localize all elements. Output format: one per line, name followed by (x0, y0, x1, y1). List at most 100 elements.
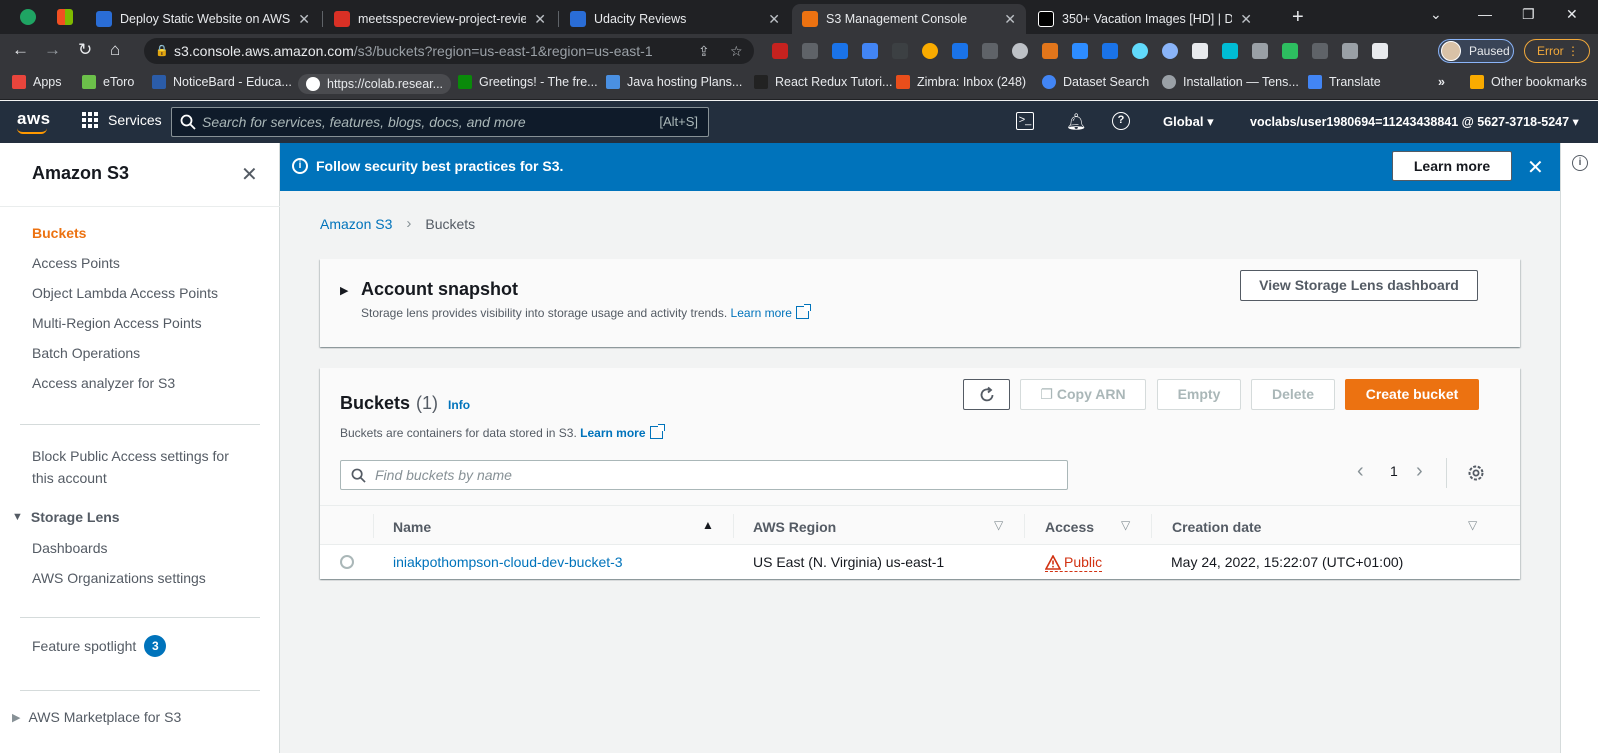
extension-icon[interactable] (1162, 43, 1178, 59)
info-link[interactable]: Info (448, 398, 470, 412)
bookmark-apps[interactable]: Apps (12, 75, 62, 89)
reload-icon[interactable]: ↻ (78, 40, 92, 60)
extension-icon[interactable] (1192, 43, 1208, 59)
sidebar-item-buckets[interactable]: Buckets (32, 225, 86, 241)
info-icon[interactable]: i (1572, 155, 1588, 171)
windows-icon[interactable] (57, 9, 73, 25)
sidebar-item-organizations-settings[interactable]: AWS Organizations settings (32, 570, 206, 586)
bookmark-zimbra[interactable]: Zimbra: Inbox (248) (896, 75, 1026, 89)
column-creation-date[interactable]: Creation date (1172, 519, 1261, 535)
bookmark-etoro[interactable]: eToro (82, 75, 134, 89)
sidebar-item-access-points[interactable]: Access Points (32, 255, 120, 271)
more-bookmarks-icon[interactable]: » (1438, 75, 1445, 89)
bookmark-other[interactable]: Other bookmarks (1470, 75, 1587, 89)
metamask-icon[interactable] (1042, 43, 1058, 59)
share-icon[interactable]: ⇪ (698, 38, 710, 64)
tab-vacation-images[interactable]: 350+ Vacation Images [HD] | Dow ✕ (1028, 4, 1262, 34)
extension-icon[interactable] (892, 43, 908, 59)
sort-icon[interactable]: ▽ (994, 518, 1003, 532)
sidebar-item-dashboards[interactable]: Dashboards (32, 540, 108, 556)
bookmark-noticebard[interactable]: NoticeBard - Educa... (152, 75, 292, 89)
sidebar-item-block-public-access[interactable]: Block Public Access settings for this ac… (32, 445, 229, 489)
extension-icon[interactable] (802, 43, 818, 59)
extension-icon[interactable] (952, 43, 968, 59)
zoom-icon[interactable] (1072, 43, 1088, 59)
cloudshell-icon[interactable]: >_ (1016, 112, 1034, 130)
account-menu[interactable]: voclabs/user1980694=11243438841 @ 5627-3… (1250, 114, 1579, 129)
find-buckets-input[interactable] (375, 461, 1055, 489)
view-storage-lens-button[interactable]: View Storage Lens dashboard (1240, 270, 1478, 301)
sort-ascending-icon[interactable]: ▲ (702, 518, 714, 532)
sidebar-item-object-lambda[interactable]: Object Lambda Access Points (32, 285, 218, 301)
tab-deploy-static-website[interactable]: Deploy Static Website on AWS - U ✕ (86, 4, 320, 34)
close-icon[interactable]: ✕ (768, 11, 780, 28)
bucket-access[interactable]: Public (1045, 554, 1103, 572)
close-icon[interactable]: ✕ (1240, 11, 1252, 28)
extension-icon[interactable] (1222, 43, 1238, 59)
aws-search-input[interactable] (202, 108, 632, 136)
aws-search-box[interactable]: [Alt+S] (171, 107, 709, 137)
create-bucket-button[interactable]: Create bucket (1345, 379, 1479, 410)
extension-icon[interactable] (1012, 43, 1028, 59)
profile-button[interactable]: Paused (1438, 39, 1514, 63)
column-name[interactable]: Name (393, 519, 431, 535)
tab-search-chevron-icon[interactable]: ⌄ (1430, 6, 1442, 23)
extension-icon[interactable] (832, 43, 848, 59)
bookmark-star-icon[interactable]: ☆ (730, 38, 743, 64)
close-icon[interactable]: ✕ (241, 162, 258, 187)
expand-caret-icon[interactable]: ▶ (340, 284, 348, 297)
breadcrumb-amazon-s3[interactable]: Amazon S3 (320, 216, 392, 232)
bookmark-translate[interactable]: Translate (1308, 75, 1381, 89)
find-buckets-field[interactable] (340, 460, 1068, 490)
bookmark-greetings[interactable]: Greetings! - The fre... (458, 75, 598, 89)
empty-button[interactable]: Empty (1157, 379, 1241, 410)
bell-icon[interactable]: 🔔︎ (1066, 112, 1086, 132)
delete-button[interactable]: Delete (1251, 379, 1335, 410)
close-icon[interactable]: ✕ (1004, 11, 1016, 28)
sidebar-section-storage-lens[interactable]: ▼ Storage Lens (12, 509, 120, 525)
extension-icon[interactable] (922, 43, 938, 59)
tab-search-icon[interactable] (20, 9, 36, 25)
shield-icon[interactable] (1312, 43, 1328, 59)
gear-icon[interactable] (1467, 464, 1485, 482)
download-icon[interactable] (862, 43, 878, 59)
address-bar[interactable]: 🔒 s3.console.aws.amazon.com/s3/buckets?r… (144, 38, 754, 64)
bookmark-react-redux[interactable]: React Redux Tutori... (754, 75, 892, 89)
close-icon[interactable]: ✕ (534, 11, 546, 28)
page-number[interactable]: 1 (1390, 463, 1398, 479)
new-tab-icon[interactable]: + (1292, 6, 1304, 29)
home-icon[interactable]: ⌂ (110, 40, 120, 60)
tab-s3-management-console[interactable]: S3 Management Console ✕ (792, 4, 1026, 34)
extension-icon[interactable] (1102, 43, 1118, 59)
evernote-icon[interactable] (1282, 43, 1298, 59)
close-icon[interactable]: ✕ (1527, 155, 1544, 180)
copy-arn-button[interactable]: ❐ Copy ARN (1020, 379, 1146, 410)
react-icon[interactable] (1132, 43, 1148, 59)
services-menu[interactable]: Services (82, 112, 162, 128)
bookmark-installation[interactable]: Installation — Tens... (1162, 75, 1299, 89)
sort-icon[interactable]: ▽ (1121, 518, 1130, 532)
buckets-learn-more-link[interactable]: Learn more (580, 424, 665, 440)
close-icon[interactable]: ✕ (298, 11, 310, 28)
sidebar-item-access-analyzer[interactable]: Access analyzer for S3 (32, 375, 175, 391)
row-select-radio[interactable] (340, 555, 354, 569)
close-window-icon[interactable]: ✕ (1566, 6, 1578, 23)
region-selector[interactable]: Global ▾ (1163, 114, 1214, 130)
back-icon[interactable]: ← (12, 40, 29, 60)
bookmark-dataset-search[interactable]: Dataset Search (1042, 75, 1149, 89)
column-aws-region[interactable]: AWS Region (753, 519, 836, 535)
puzzle-icon[interactable] (1342, 43, 1358, 59)
lock-icon[interactable]: 🔒 (155, 38, 169, 64)
bookmark-colab[interactable]: https://colab.resear... (298, 74, 452, 94)
column-access[interactable]: Access (1045, 519, 1094, 535)
sidebar-icon[interactable] (1372, 43, 1388, 59)
extension-icon[interactable] (772, 43, 788, 59)
learn-more-button[interactable]: Learn more (1392, 151, 1512, 181)
chevron-right-icon[interactable]: › (1416, 460, 1423, 483)
bookmark-java-hosting[interactable]: Java hosting Plans... (606, 75, 742, 89)
tab-udacity-reviews[interactable]: Udacity Reviews ✕ (560, 4, 790, 34)
refresh-button[interactable] (963, 379, 1010, 410)
snapshot-title[interactable]: Account snapshot (361, 279, 518, 300)
help-icon[interactable]: ? (1112, 112, 1130, 130)
sidebar-section-marketplace[interactable]: ▶ AWS Marketplace for S3 (12, 709, 181, 725)
